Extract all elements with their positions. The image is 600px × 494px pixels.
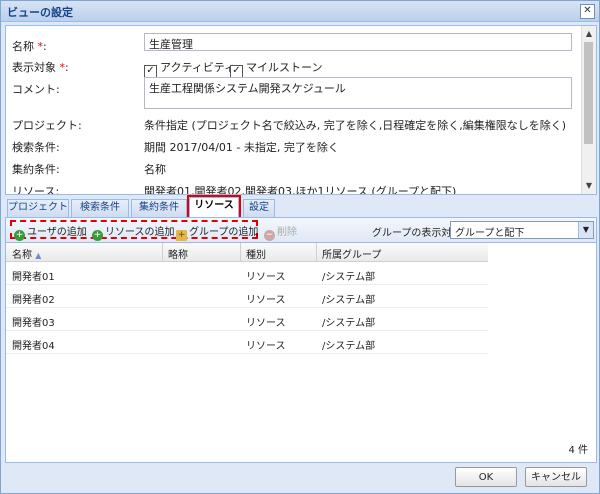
column-divider[interactable] xyxy=(240,243,241,261)
add-user-button[interactable]: + ユーザの追加 xyxy=(14,223,87,241)
ok-button[interactable]: OK xyxy=(455,467,517,487)
scroll-thumb[interactable] xyxy=(584,42,593,144)
search-value: 期間 2017/04/01 - 未指定, 完了を除く xyxy=(144,141,339,154)
aggregate-value: 名称 xyxy=(144,163,166,176)
chevron-down-icon[interactable]: ▼ xyxy=(578,222,593,238)
folder-icon: + xyxy=(176,230,187,241)
table-row[interactable]: 開発者04 リソース /システム部 xyxy=(6,331,488,354)
form-scrollbar[interactable]: ▲ ▼ xyxy=(581,26,596,194)
table-row[interactable]: 開発者02 リソース /システム部 xyxy=(6,285,488,308)
column-divider[interactable] xyxy=(316,243,317,261)
add-icon: + xyxy=(14,230,25,241)
table-row[interactable]: 開発者01 リソース /システム部 xyxy=(6,262,488,285)
add-resource-button[interactable]: + リソースの追加 xyxy=(92,223,175,241)
scroll-up-icon[interactable]: ▲ xyxy=(584,29,594,39)
col-type-header[interactable]: 種別 xyxy=(246,246,266,261)
remove-icon: − xyxy=(264,230,275,241)
close-icon[interactable]: ✕ xyxy=(580,4,595,19)
table-row[interactable]: 開発者03 リソース /システム部 xyxy=(6,308,488,331)
grid-header: 名称 ▲ 略称 種別 所属グループ xyxy=(6,243,488,262)
cancel-button[interactable]: キャンセル xyxy=(525,467,587,487)
scroll-down-icon[interactable]: ▼ xyxy=(584,181,594,191)
milestone-checkbox-row[interactable]: ✓ マイルストーン xyxy=(230,59,322,78)
settings-form: 名称 *: 生産管理 表示対象 *: ✓ アクティビティ ✓ マイルストーン コメン… xyxy=(5,25,597,195)
display-target-label: 表示対象 *: xyxy=(12,61,69,74)
view-settings-dialog: ビューの設定 ✕ 名称 *: 生産管理 表示対象 *: ✓ アクティビティ ✓ マイ… xyxy=(0,0,600,494)
add-group-button[interactable]: + グループの追加 xyxy=(176,223,258,241)
comment-label: コメント: xyxy=(12,83,60,96)
col-group-header[interactable]: 所属グループ xyxy=(322,246,381,261)
project-label: プロジェクト: xyxy=(12,119,82,132)
group-display-label: グループの表示対象 xyxy=(372,228,462,239)
tab-strip: プロジェクト 検索条件 集約条件 リソース 設定 xyxy=(5,195,595,219)
aggregate-label: 集約条件: xyxy=(12,163,60,176)
row-count: 4 件 xyxy=(568,445,588,456)
comment-textarea[interactable]: 生産工程関係システム開発スケジュール xyxy=(144,77,572,109)
name-input[interactable]: 生産管理 xyxy=(144,33,572,51)
col-name-header[interactable]: 名称 ▲ xyxy=(12,246,41,261)
tab-search[interactable]: 検索条件 xyxy=(71,199,129,217)
tab-resource[interactable]: リソース xyxy=(187,195,241,219)
tab-project[interactable]: プロジェクト xyxy=(7,199,69,217)
activity-checkbox-row[interactable]: ✓ アクティビティ xyxy=(144,59,235,78)
col-abbr-header[interactable]: 略称 xyxy=(168,246,188,261)
column-divider[interactable] xyxy=(162,243,163,261)
tab-aggregate[interactable]: 集約条件 xyxy=(131,199,187,217)
delete-button[interactable]: − 削除 xyxy=(264,223,297,241)
resource-label: リソース: xyxy=(12,185,60,195)
resource-toolbar: + ユーザの追加 + リソースの追加 + グループの追加 − 削除 グループの表示対象 … xyxy=(6,218,596,243)
project-value: 条件指定 (プロジェクト名で絞込み, 完了を除く,日程確定を除く,編集権限なしを… xyxy=(144,119,567,132)
resource-value: 開発者01,開発者02,開発者03,ほか1リソース (グループと配下) xyxy=(144,185,457,195)
search-label: 検索条件: xyxy=(12,141,60,154)
sort-asc-icon: ▲ xyxy=(35,251,42,260)
title-bar: ビューの設定 ✕ xyxy=(1,1,599,22)
resource-panel: + ユーザの追加 + リソースの追加 + グループの追加 − 削除 グループの表示対象 … xyxy=(5,217,597,463)
add-icon: + xyxy=(92,230,103,241)
group-display-select[interactable]: グループと配下 ▼ xyxy=(450,221,594,239)
dialog-title: ビューの設定 xyxy=(7,6,73,19)
tab-settings[interactable]: 設定 xyxy=(243,199,275,217)
name-label: 名称 *: xyxy=(12,40,47,53)
